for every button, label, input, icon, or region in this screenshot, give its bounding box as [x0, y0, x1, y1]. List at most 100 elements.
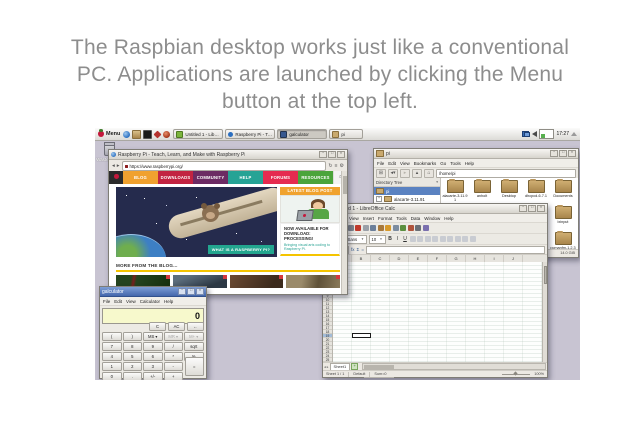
menu-file[interactable]: File [377, 161, 384, 166]
formula-input[interactable] [366, 246, 545, 254]
key-key[interactable]: +/- [143, 372, 163, 380]
key-key[interactable]: ← [187, 322, 204, 331]
key-key[interactable]: + [164, 372, 184, 380]
maximize-button[interactable]: □ [528, 205, 536, 212]
settings-gear-icon[interactable]: ⚙ [340, 163, 344, 169]
key-mr[interactable]: MR ▾ [164, 332, 184, 341]
font-size-combo[interactable]: 10 ▼ [369, 235, 386, 244]
justify-icon[interactable] [432, 236, 438, 242]
file-manager-titlebar[interactable]: pi − □ × [374, 149, 578, 159]
minimize-button[interactable]: − [550, 150, 558, 157]
key-key[interactable]: / [164, 342, 184, 351]
close-button[interactable]: × [537, 205, 545, 212]
network-icon[interactable] [522, 131, 530, 137]
menu-view[interactable]: View [400, 161, 410, 166]
blog-thumbnail[interactable] [230, 275, 284, 288]
close-button[interactable]: × [196, 288, 204, 295]
menu-icon[interactable]: ≡ [335, 163, 338, 169]
up-icon[interactable]: ▴ [412, 169, 422, 178]
menu-data[interactable]: Data [411, 216, 421, 221]
key-key[interactable]: ) [123, 332, 143, 341]
column-header-d[interactable]: D [390, 255, 409, 262]
key-1[interactable]: 1 [102, 362, 122, 371]
key-key[interactable]: . [123, 372, 143, 380]
menu-view[interactable]: View [349, 216, 359, 221]
nav-community[interactable]: COMMUNITY [193, 171, 228, 184]
currency-icon[interactable] [447, 236, 453, 242]
menu-button[interactable]: Menu [98, 131, 120, 137]
key-4[interactable]: 4 [102, 352, 122, 361]
blog-post-card[interactable]: NOW AVAILABLE FOR DOWNLOAD: PROCESSING! … [280, 223, 340, 256]
key-key[interactable]: * [164, 352, 184, 361]
folder-alacarte-3-11-91[interactable]: alacarte-3.11.91 [442, 180, 468, 202]
new-tab-icon[interactable]: ⊞ [376, 169, 386, 178]
function-wizard-icon[interactable]: fx [351, 247, 355, 252]
address-bar[interactable]: https://www.raspberrypi.org/ [122, 161, 327, 171]
copy-icon[interactable] [370, 225, 376, 231]
key-ac[interactable]: AC [168, 322, 185, 331]
chart-icon[interactable] [408, 225, 414, 231]
nav-help[interactable]: HELP [228, 171, 263, 184]
wolfram-icon[interactable] [163, 131, 170, 138]
home-icon[interactable]: ⌂ [424, 169, 434, 178]
browser-titlebar[interactable]: Raspberry Pi - Teach, Learn, and Make wi… [109, 150, 347, 160]
menu-file[interactable]: File [103, 299, 110, 304]
taskbar-button-untitled-1-libreoffic[interactable]: Untitled 1 - LibreOffic... [173, 129, 223, 139]
reload-icon[interactable]: ↻ [328, 163, 332, 169]
percent-icon[interactable] [455, 236, 461, 242]
path-input[interactable]: /home/pi [436, 169, 576, 178]
calc-titlebar[interactable]: Untitled 1 - LibreOffice Calc − □ × [323, 204, 547, 214]
column-header-g[interactable]: G [447, 255, 466, 262]
cut-icon[interactable] [363, 225, 369, 231]
find-icon[interactable] [415, 225, 421, 231]
column-header-f[interactable]: F [428, 255, 447, 262]
menu-format[interactable]: Format [378, 216, 392, 221]
galculator-titlebar[interactable]: galculator − □ × [100, 287, 206, 297]
close-button[interactable]: × [568, 150, 576, 157]
key-5[interactable]: 5 [123, 352, 143, 361]
vertical-scrollbar[interactable] [542, 262, 547, 362]
taskbar-button-pi[interactable]: pi [329, 129, 363, 139]
page-scrollbar[interactable] [341, 171, 347, 294]
blog-post-illustration[interactable] [280, 195, 340, 223]
column-header-h[interactable]: H [466, 255, 485, 262]
gallery-icon[interactable] [423, 225, 429, 231]
maximize-button[interactable]: □ [559, 150, 567, 157]
horizontal-scrollbar[interactable] [362, 363, 546, 370]
minimize-button[interactable]: − [178, 288, 186, 295]
sort-icon[interactable] [400, 225, 406, 231]
raspberrypi-logo[interactable] [109, 171, 123, 184]
paste-icon[interactable] [378, 225, 384, 231]
key-key[interactable]: - [164, 362, 184, 371]
minimize-button[interactable]: − [319, 151, 327, 158]
menu-tools[interactable]: Tools [450, 161, 461, 166]
print-icon[interactable] [348, 225, 354, 231]
nav-forums[interactable]: FORUMS [263, 171, 298, 184]
what-is-raspberry-pi-button[interactable]: WHAT IS A RASPBERRY PI? [208, 245, 274, 254]
align-left-icon[interactable] [410, 236, 416, 242]
key-7[interactable]: 7 [102, 342, 122, 351]
menu-help[interactable]: Help [164, 299, 173, 304]
column-header-c[interactable]: C [371, 255, 390, 262]
undo-icon[interactable] [385, 225, 391, 231]
key-key[interactable]: ( [102, 332, 122, 341]
terminal-icon[interactable] [143, 130, 152, 139]
tree-item-alacarte-3-11-91[interactable]: +alacarte-3.11.91 [374, 195, 440, 203]
menu-bookmarks[interactable]: Bookmarks [414, 161, 437, 166]
menu-help[interactable]: Help [465, 161, 474, 166]
selected-cell[interactable] [352, 333, 371, 338]
borders-icon[interactable] [462, 236, 468, 242]
menu-tools[interactable]: Tools [396, 216, 407, 221]
eject-icon[interactable] [571, 132, 577, 136]
folder-pcmanfm-1-2-3[interactable]: pcmanfm-1.2.3 [550, 232, 576, 250]
menu-insert[interactable]: Insert [363, 216, 374, 221]
key-c[interactable]: C [149, 322, 166, 331]
tab-prev-icon[interactable]: ◂ [324, 365, 326, 369]
key-sqrt[interactable]: sqrt [184, 342, 204, 351]
file-manager-icon[interactable] [132, 130, 141, 139]
mathematica-icon[interactable] [154, 130, 162, 138]
tree-item-pi[interactable]: pi [374, 187, 440, 195]
close-button[interactable]: × [337, 151, 345, 158]
menu-view[interactable]: View [126, 299, 136, 304]
key-ms[interactable]: MS ▾ [143, 332, 163, 341]
